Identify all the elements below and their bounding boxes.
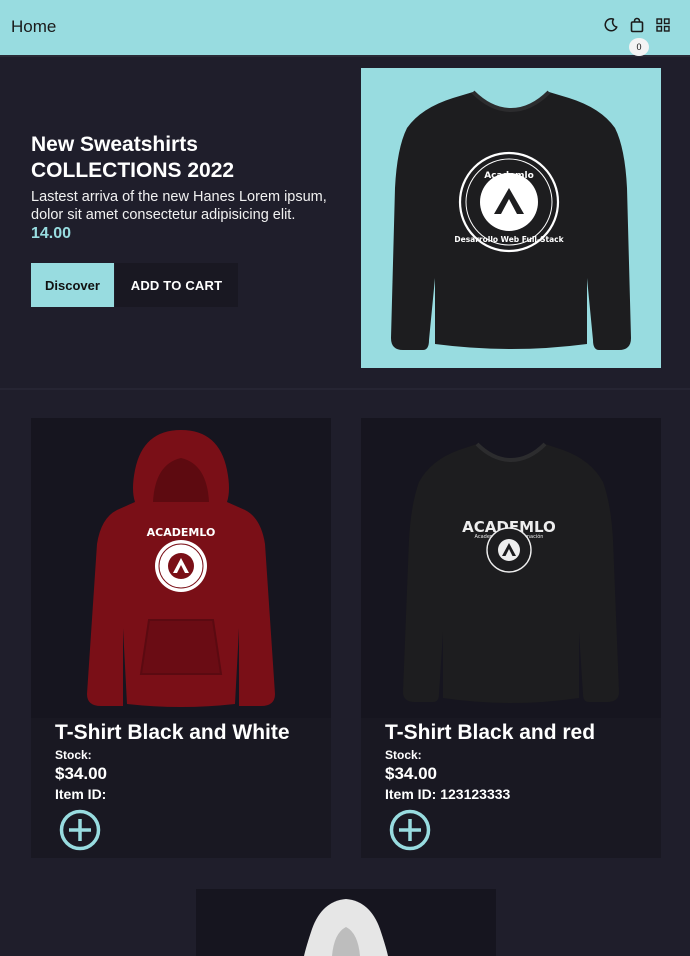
hero-logo-text-bottom: Desarrollo Web Full-Stack <box>454 235 564 244</box>
moon-icon[interactable] <box>603 17 619 33</box>
product-info: T-Shirt Black and White Stock: $34.00 It… <box>55 720 325 802</box>
product-card: ACADEMLO Academia de programación T-Shir… <box>361 418 661 858</box>
product-title: T-Shirt Black and red <box>385 721 596 744</box>
hero-title-line1: New Sweatshirts <box>31 133 198 156</box>
hero-product-image: Academlo Desarrollo Web Full-Stack <box>361 68 661 368</box>
add-product-button[interactable] <box>59 809 101 851</box>
product-title: T-Shirt Black and White <box>55 721 290 744</box>
product-image: ACADEMLO Academia de programación <box>361 418 661 718</box>
product-logo-text: ACADEMLO <box>147 526 216 539</box>
brand-home-link[interactable]: Home <box>11 17 56 37</box>
shopping-bag-icon[interactable] <box>629 17 645 33</box>
plus-circle-icon <box>59 809 101 851</box>
hero-title-line2: COLLECTIONS 2022 <box>31 159 235 182</box>
product-stock: Stock: <box>385 748 422 762</box>
hero-price: 14.00 <box>31 225 72 242</box>
add-product-button[interactable] <box>389 809 431 851</box>
plus-circle-icon <box>389 809 431 851</box>
product-item-id: Item ID: <box>55 786 107 802</box>
product-image: ACADEMLO <box>31 418 331 718</box>
product-info: T-Shirt Black and red Stock: $34.00 Item… <box>385 720 655 802</box>
hero-logo-text-top: Academlo <box>484 171 534 181</box>
grid-icon[interactable] <box>655 17 671 33</box>
cart-count-badge: 0 <box>629 38 649 56</box>
top-navbar: Home 0 <box>0 0 690 57</box>
product-image <box>304 899 388 956</box>
product-price: $34.00 <box>55 764 107 783</box>
hero-description: Lastest arriva of the new Hanes Lorem ip… <box>31 189 327 223</box>
product-stock: Stock: <box>55 748 92 762</box>
add-to-cart-button[interactable]: ADD TO CART <box>115 263 238 307</box>
product-item-id: Item ID: 123123333 <box>385 786 511 802</box>
product-card-partial <box>196 889 496 956</box>
product-price: $34.00 <box>385 764 437 783</box>
section-divider <box>0 388 690 390</box>
discover-button[interactable]: Discover <box>31 263 114 307</box>
product-card: ACADEMLO T-Shirt Black and White Stock: … <box>31 418 331 858</box>
hero-text-block: New Sweatshirts COLLECTIONS 2022 Lastest… <box>31 132 331 243</box>
